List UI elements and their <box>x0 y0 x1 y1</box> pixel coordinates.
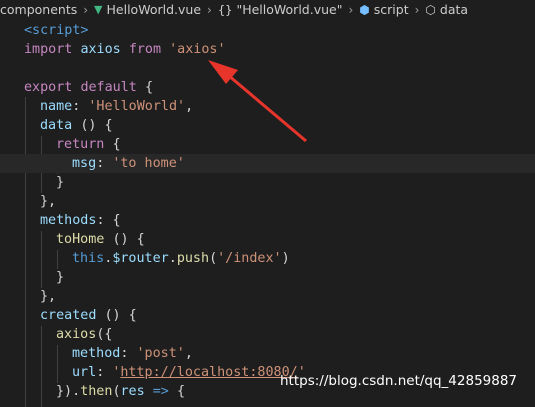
code-token: () { <box>80 118 113 133</box>
breadcrumb-component-label: "HelloWorld.vue" <box>236 2 343 17</box>
code-token: ) <box>281 251 290 266</box>
breadcrumb-component[interactable]: {} "HelloWorld.vue" <box>218 2 343 17</box>
code-token: : { <box>96 213 121 228</box>
code-token: }, <box>40 289 57 304</box>
code-token: default <box>80 80 137 95</box>
chevron-right-icon: › <box>348 2 354 17</box>
code-line: } <box>56 268 64 287</box>
code-token: $router <box>112 251 169 266</box>
indent-guide <box>25 97 26 407</box>
code-line: <script> <box>24 21 89 40</box>
code-token: msg <box>72 156 97 171</box>
code-token: method <box>72 346 121 361</box>
code-line: this.$router.push('/index') <box>72 249 290 268</box>
code-token: name <box>40 99 73 114</box>
breadcrumb-section[interactable]: ⬢ script <box>359 2 408 17</box>
code-token: . <box>168 251 177 266</box>
code-line: name: 'HelloWorld', <box>40 97 193 116</box>
code-token: this <box>72 251 105 266</box>
breadcrumb-file-label: HelloWorld.vue <box>106 2 202 17</box>
cube-icon: ⬢ <box>359 2 370 17</box>
url-link[interactable]: http://localhost:8080/ <box>120 365 297 380</box>
code-token: return <box>56 137 105 152</box>
breadcrumb-symbol-label: data <box>439 2 469 17</box>
code-line: url: 'http://localhost:8080/' <box>72 363 306 382</box>
code-line: import axios from 'axios' <box>24 40 226 59</box>
code-token: '/index' <box>217 251 282 266</box>
code-token: : <box>72 99 81 114</box>
code-token: : <box>96 156 105 171</box>
code-token: { <box>176 384 185 399</box>
chevron-right-icon: › <box>83 2 89 17</box>
code-token: ({ <box>96 327 113 342</box>
code-token: () { <box>112 232 145 247</box>
code-token: res <box>120 384 145 399</box>
code-token: ( <box>112 384 121 399</box>
code-token: 'to home' <box>112 156 185 171</box>
code-token: , <box>185 99 194 114</box>
code-token: url <box>72 365 97 380</box>
code-token: , <box>184 346 193 361</box>
code-line: toHome () { <box>56 230 145 249</box>
code-line: export default { <box>24 78 153 97</box>
chevron-right-icon: › <box>207 2 212 17</box>
code-token: import <box>24 42 73 57</box>
code-line: }, <box>40 287 56 306</box>
code-token: : <box>96 365 105 380</box>
code-line: method: 'post', <box>72 344 193 363</box>
current-line: msg: 'to home' <box>0 154 535 173</box>
code-token: then <box>80 384 113 399</box>
code-token: : <box>120 346 129 361</box>
code-token: ( <box>209 251 218 266</box>
vue-icon: ▼ <box>94 3 103 16</box>
code-token: } <box>56 270 65 285</box>
code-token: export <box>24 80 73 95</box>
breadcrumb-symbol[interactable]: ⬡ data <box>425 2 468 17</box>
code-token: created <box>40 308 97 323</box>
indent-guide <box>41 231 42 288</box>
code-token: toHome <box>56 232 105 247</box>
code-line: return { <box>56 135 121 154</box>
code-token: 'post' <box>136 346 185 361</box>
code-line: axios({ <box>56 325 112 344</box>
code-line: data () { <box>40 116 113 135</box>
breadcrumb-folder-label: components <box>0 2 78 17</box>
code-token: => <box>152 384 169 399</box>
code-token: 'axios' <box>169 42 226 57</box>
breadcrumb: components › ▼ HelloWorld.vue › {} "HelloW… <box>0 0 535 19</box>
chevron-right-icon: › <box>414 2 420 17</box>
code-token: from <box>128 42 162 57</box>
braces-icon: {} <box>217 2 233 17</box>
watermark-text: https://blog.csdn.net/qq_42859887 <box>280 373 518 389</box>
code-token: }, <box>40 194 57 209</box>
code-token: () { <box>104 308 137 323</box>
indent-guide <box>57 345 58 383</box>
indent-guide <box>41 326 42 407</box>
code-token: { <box>112 137 121 152</box>
indent-guide <box>57 250 58 269</box>
code-token: }). <box>56 384 81 399</box>
code-token: data <box>40 118 73 133</box>
script-tag: <script> <box>24 23 89 38</box>
code-token: } <box>56 175 65 190</box>
code-token: push <box>176 251 210 266</box>
code-line: }).then(res => { <box>56 382 185 401</box>
code-token: axios <box>56 327 97 342</box>
code-line: methods: { <box>40 211 121 230</box>
breadcrumb-file[interactable]: ▼ HelloWorld.vue <box>94 2 201 17</box>
breadcrumb-folder[interactable]: components <box>0 2 77 17</box>
code-line: created () { <box>40 306 137 325</box>
code-token: { <box>144 80 153 95</box>
code-line: } <box>56 173 64 192</box>
code-token: 'HelloWorld' <box>88 99 186 114</box>
breadcrumb-section-label: script <box>373 2 409 17</box>
code-line: }, <box>40 192 56 211</box>
code-editor[interactable]: <script> import axios from 'axios' expor… <box>0 19 535 407</box>
code-token: axios <box>80 42 121 57</box>
code-token: methods <box>40 213 97 228</box>
data-icon: ⬡ <box>425 2 436 17</box>
